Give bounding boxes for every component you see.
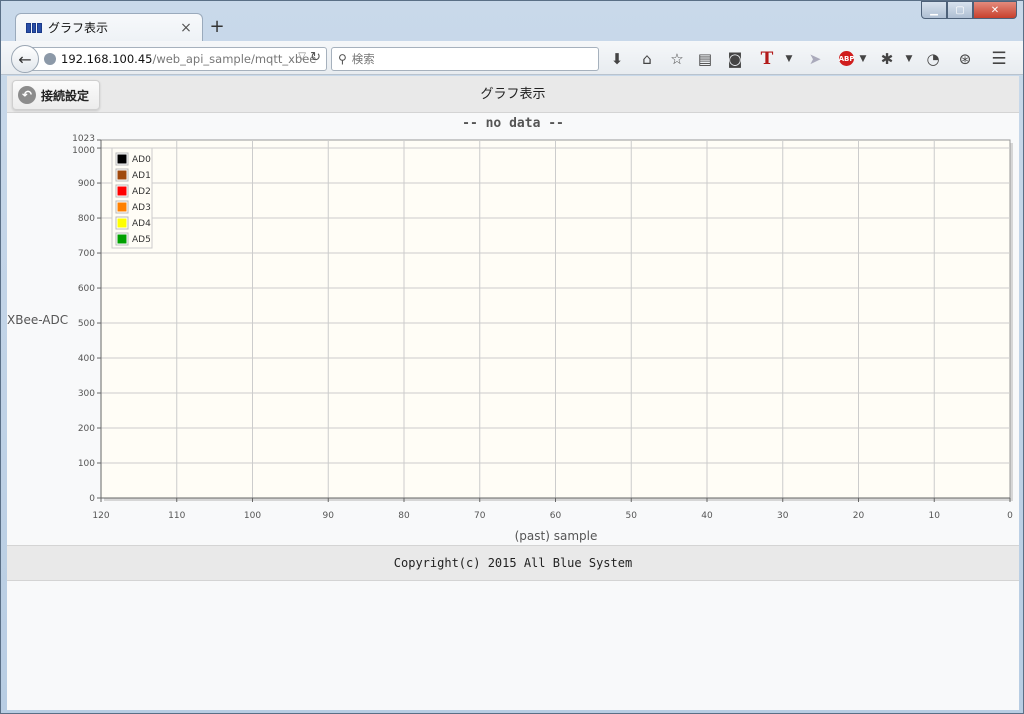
y-tick-label: 300 [78,389,95,399]
send-icon[interactable]: ➤ [805,49,825,69]
tab-strip: グラフ表示 × + ▁ ▢ ✕ [1,1,1023,41]
y-tick-label: 800 [78,214,95,224]
close-window-button[interactable]: ✕ [973,1,1017,19]
x-axis-label: (past) sample [515,529,598,543]
y-tick-label: 700 [78,249,95,259]
legend-label-ad0: AD0 [132,155,151,165]
x-tick-label: 110 [168,511,185,521]
legend-swatch-ad3 [117,202,127,212]
y-tick-label: 1000 [72,146,95,156]
adc-chart: 120 110 100 90 80 70 60 50 40 30 20 10 0010020030040… [7,134,1013,543]
text-tool-icon[interactable]: T [757,49,777,69]
y-tick-label: 100 [78,459,95,469]
x-tick-label: 100 [244,511,261,521]
y-tick-label: 500 [78,319,95,329]
url-history-dropdown-icon[interactable]: ▽ [298,51,306,62]
x-tick-label: 30 [777,511,789,521]
page-title: グラフ表示 [480,87,546,102]
home-icon[interactable]: ⌂ [637,49,657,69]
pocket-icon[interactable]: ◙ [725,49,745,69]
history-icon[interactable]: ◔ [923,49,943,69]
globe-icon [44,53,56,65]
search-icon: ⚲ [338,52,347,66]
legend-label-ad2: AD2 [132,187,151,197]
window-controls: ▁ ▢ ✕ [921,1,1017,19]
legend-swatch-ad5 [117,234,127,244]
x-tick-label: 10 [929,511,941,521]
browser-window: グラフ表示 × + ▁ ▢ ✕ 192.168.100.45/web_api_s… [0,0,1024,714]
footer: Copyright(c) 2015 All Blue System [7,545,1019,581]
page-favicon-icon [26,22,43,33]
url-host: 192.168.100.45 [61,52,153,66]
y-tick-label: 200 [78,424,95,434]
extension-icon[interactable]: ✱ [877,49,897,69]
adblock-icon[interactable]: ABP [839,51,854,66]
bookmark-star-icon[interactable]: ☆ [667,49,687,69]
legend-swatch-ad4 [117,218,127,228]
search-bar[interactable]: ⚲ [331,47,599,71]
chart-title: -- no data -- [462,116,564,131]
bookmarks-list-icon[interactable]: ▤ [695,49,715,69]
back-circle-icon: ↶ [18,86,36,104]
arrow-left-icon: ← [18,49,32,69]
legend-swatch-ad0 [117,154,127,164]
connection-settings-button[interactable]: ↶ 接続設定 [12,80,100,110]
legend-swatch-ad2 [117,186,127,196]
x-tick-label: 80 [398,511,410,521]
close-tab-icon[interactable]: × [178,20,194,36]
x-tick-label: 70 [474,511,486,521]
reload-icon[interactable]: ↻ [310,50,321,65]
new-tab-button[interactable]: + [207,17,227,37]
x-tick-label: 120 [92,511,109,521]
page-header: ↶ 接続設定 グラフ表示 [7,76,1019,113]
x-tick-label: 40 [701,511,713,521]
legend-label-ad3: AD3 [132,203,151,213]
chevron-down-icon[interactable]: ▼ [779,49,799,69]
tab-title: グラフ表示 [48,21,109,35]
chevron-down-icon[interactable]: ▼ [899,49,919,69]
x-tick-label: 60 [550,511,562,521]
globe-settings-icon[interactable]: ⊛ [955,49,975,69]
connection-settings-label: 接続設定 [41,88,90,103]
legend-label-ad1: AD1 [132,171,151,181]
navigation-bar: 192.168.100.45/web_api_sample/mqtt_xbee … [1,41,1023,75]
y-tick-label: 900 [78,179,95,189]
x-tick-label: 90 [323,511,335,521]
legend-label-ad4: AD4 [132,219,151,229]
url-path: /web_api_sample/mqtt_xbee [152,52,317,66]
chevron-down-icon[interactable]: ▼ [853,49,873,69]
address-bar[interactable]: 192.168.100.45/web_api_sample/mqtt_xbee … [31,47,327,71]
legend-label-ad5: AD5 [132,235,151,245]
menu-icon[interactable]: ☰ [989,49,1009,69]
x-tick-label: 20 [853,511,865,521]
back-button[interactable]: ← [11,45,39,73]
maximize-window-button[interactable]: ▢ [947,1,973,19]
x-tick-label: 50 [626,511,638,521]
page-content: ↶ 接続設定 グラフ表示 -- no data -- 120 110 100 90 80… [7,76,1019,710]
search-input[interactable] [351,52,582,66]
y-tick-label: 600 [78,284,95,294]
y-tick-label: 0 [89,494,95,504]
minimize-window-button[interactable]: ▁ [921,1,947,19]
y-tick-label: 400 [78,354,95,364]
tab-graph[interactable]: グラフ表示 × [15,13,203,41]
y-axis-label: XBee-ADC [7,313,68,327]
download-icon[interactable]: ⬇ [607,49,627,69]
legend-swatch-ad1 [117,170,127,180]
y-tick-label: 1023 [72,134,95,144]
x-tick-label: 0 [1007,511,1013,521]
